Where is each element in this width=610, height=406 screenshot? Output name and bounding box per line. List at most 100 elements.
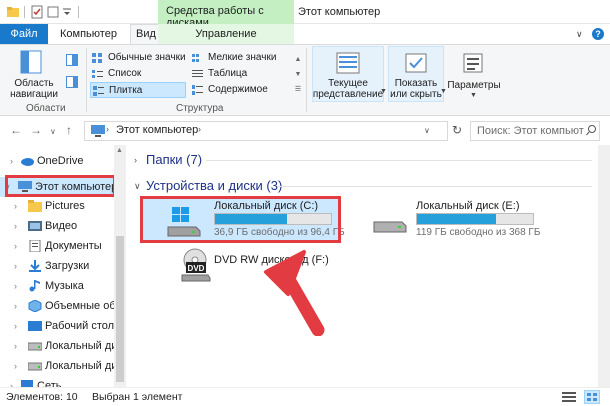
nav-label-onedrive: OneDrive bbox=[37, 155, 84, 167]
red-arrow-annotation bbox=[258, 242, 348, 337]
nav-label-local-disk-c: Локальный дис bbox=[45, 340, 114, 352]
nav-pane-label-line2: навигации bbox=[10, 89, 58, 100]
nav-item-desktop[interactable]: › Рабочий стол bbox=[0, 316, 114, 336]
layout-label-small-icons: Мелкие значки bbox=[208, 52, 277, 63]
expand-chevron-icon[interactable]: › bbox=[14, 276, 17, 296]
expand-chevron-icon[interactable]: › bbox=[14, 196, 17, 216]
nav-label-pictures: Pictures bbox=[45, 200, 85, 212]
show-hide-icon bbox=[404, 52, 428, 74]
layout-option-details[interactable]: Таблица bbox=[190, 66, 290, 82]
options-icon[interactable] bbox=[462, 52, 484, 74]
large-icons-icon bbox=[92, 53, 102, 63]
properties-icon[interactable] bbox=[30, 5, 44, 19]
expand-chevron-icon[interactable]: › bbox=[14, 296, 17, 316]
nav-item-pictures[interactable]: › Pictures bbox=[0, 196, 114, 216]
section-collapse-icon[interactable]: ∨ bbox=[134, 181, 141, 192]
drive-icon bbox=[28, 362, 42, 371]
drive-icon bbox=[372, 212, 408, 236]
expand-chevron-icon[interactable]: › bbox=[10, 151, 13, 171]
nav-item-network[interactable]: › Сеть bbox=[0, 376, 114, 387]
breadcrumb-chevron-icon[interactable]: › bbox=[106, 124, 109, 134]
ribbon-collapse-icon[interactable]: ∨ bbox=[576, 29, 583, 40]
help-icon[interactable]: ? bbox=[592, 28, 604, 40]
show-hide-line1: Показать bbox=[394, 78, 438, 89]
nav-item-downloads[interactable]: › Загрузки bbox=[0, 256, 114, 276]
expand-chevron-icon[interactable]: › bbox=[14, 316, 17, 336]
preview-pane-icon[interactable] bbox=[66, 54, 78, 66]
navigation-pane-icon[interactable] bbox=[20, 50, 42, 74]
group-separator bbox=[86, 48, 87, 112]
section-divider bbox=[278, 186, 592, 187]
nav-item-video[interactable]: › Видео bbox=[0, 216, 114, 236]
qat-customize-icon[interactable] bbox=[60, 5, 74, 19]
context-tab-group: Средства работы с дисками bbox=[158, 0, 294, 29]
computer-address-icon bbox=[90, 125, 106, 137]
up-icon[interactable]: ↑ bbox=[66, 123, 72, 137]
search-input[interactable]: Поиск: Этот компьют bbox=[470, 121, 600, 141]
options-dropdown-icon: ▼ bbox=[470, 92, 477, 99]
layout-label-list: Список bbox=[108, 68, 142, 79]
current-view-dropdown-icon: ▼ bbox=[380, 88, 387, 95]
downloads-icon bbox=[29, 260, 41, 272]
details-pane-icon[interactable] bbox=[66, 76, 78, 88]
section-devices[interactable]: Устройства и диски (3) bbox=[146, 178, 282, 193]
layout-label-tiles: Плитка bbox=[109, 85, 143, 96]
scroll-up-icon[interactable]: ▲ bbox=[116, 147, 123, 154]
expand-chevron-icon[interactable]: › bbox=[14, 356, 17, 376]
nav-item-local-disk-e[interactable]: › Локальный дис bbox=[0, 356, 114, 376]
show-hide-line2: или скрыть bbox=[390, 89, 442, 100]
expand-chevron-icon[interactable]: › bbox=[14, 236, 17, 256]
tab-manage[interactable]: Управление bbox=[158, 24, 294, 44]
expand-chevron-icon[interactable]: › bbox=[14, 336, 17, 356]
highlight-drive-c bbox=[140, 196, 341, 243]
expand-chevron-icon[interactable]: › bbox=[10, 376, 13, 387]
layout-option-large-icons[interactable]: Обычные значки bbox=[90, 50, 186, 66]
drive-name-e[interactable]: Локальный диск (E:) bbox=[416, 200, 520, 212]
highlight-this-pc bbox=[5, 175, 116, 197]
nav-label-downloads: Загрузки bbox=[45, 260, 90, 272]
address-dropdown-icon[interactable]: ∨ bbox=[424, 126, 430, 135]
tiles-view-icon[interactable] bbox=[584, 390, 600, 404]
nav-item-onedrive[interactable]: › OneDrive bbox=[0, 151, 114, 171]
expand-chevron-icon[interactable]: › bbox=[14, 256, 17, 276]
current-view-line2: представление bbox=[312, 89, 384, 100]
forward-icon[interactable]: → bbox=[30, 123, 42, 137]
navigation-pane-button[interactable]: Область навигации bbox=[6, 78, 62, 100]
layout-option-content[interactable]: Содержимое bbox=[190, 82, 290, 98]
tiles-icon bbox=[93, 86, 104, 96]
breadcrumb-this-pc[interactable]: Этот компьютер bbox=[116, 124, 198, 136]
new-folder-icon[interactable] bbox=[46, 5, 60, 19]
drive-usage-fill-e bbox=[417, 214, 496, 224]
app-folder-icon bbox=[6, 5, 20, 19]
section-folders[interactable]: Папки (7) bbox=[146, 152, 202, 167]
qat-separator bbox=[24, 6, 25, 18]
breadcrumb-chevron-icon[interactable]: › bbox=[198, 124, 201, 134]
section-expand-icon[interactable]: › bbox=[134, 155, 137, 165]
nav-item-documents[interactable]: › Документы bbox=[0, 236, 114, 256]
nav-label-network: Сеть bbox=[37, 380, 62, 387]
expand-chevron-icon[interactable]: › bbox=[14, 216, 17, 236]
content-scrollbar[interactable] bbox=[598, 145, 610, 387]
tab-computer[interactable]: Компьютер bbox=[60, 28, 117, 40]
back-icon[interactable]: ← bbox=[10, 123, 22, 137]
refresh-icon[interactable]: ↻ bbox=[452, 123, 462, 137]
layout-gallery-scroll[interactable]: ▲ ▼ ☰ bbox=[292, 52, 304, 98]
layout-option-small-icons[interactable]: Мелкие значки bbox=[190, 50, 290, 66]
nav-item-3d-objects[interactable]: › Объемные объ bbox=[0, 296, 114, 316]
nav-item-music[interactable]: › Музыка bbox=[0, 276, 114, 296]
current-view-label: Текущее представление bbox=[312, 78, 384, 100]
window-title: Этот компьютер bbox=[298, 6, 381, 18]
video-icon bbox=[28, 221, 42, 231]
group-label-areas: Области bbox=[26, 103, 66, 114]
layout-option-tiles[interactable]: Плитка bbox=[90, 82, 186, 98]
cloud-icon bbox=[21, 158, 34, 166]
dvd-badge-text: DVD bbox=[188, 264, 205, 273]
recent-locations-icon[interactable]: ∨ bbox=[50, 127, 56, 136]
options-button[interactable]: Параметры bbox=[446, 80, 502, 91]
navigation-scrollbar-thumb[interactable] bbox=[116, 236, 124, 382]
details-view-icon[interactable] bbox=[562, 391, 576, 403]
layout-option-list[interactable]: Список bbox=[90, 66, 186, 82]
tab-file[interactable]: Файл bbox=[0, 24, 48, 44]
layout-label-content: Содержимое bbox=[208, 84, 268, 95]
nav-item-local-disk-c[interactable]: › Локальный дис bbox=[0, 336, 114, 356]
